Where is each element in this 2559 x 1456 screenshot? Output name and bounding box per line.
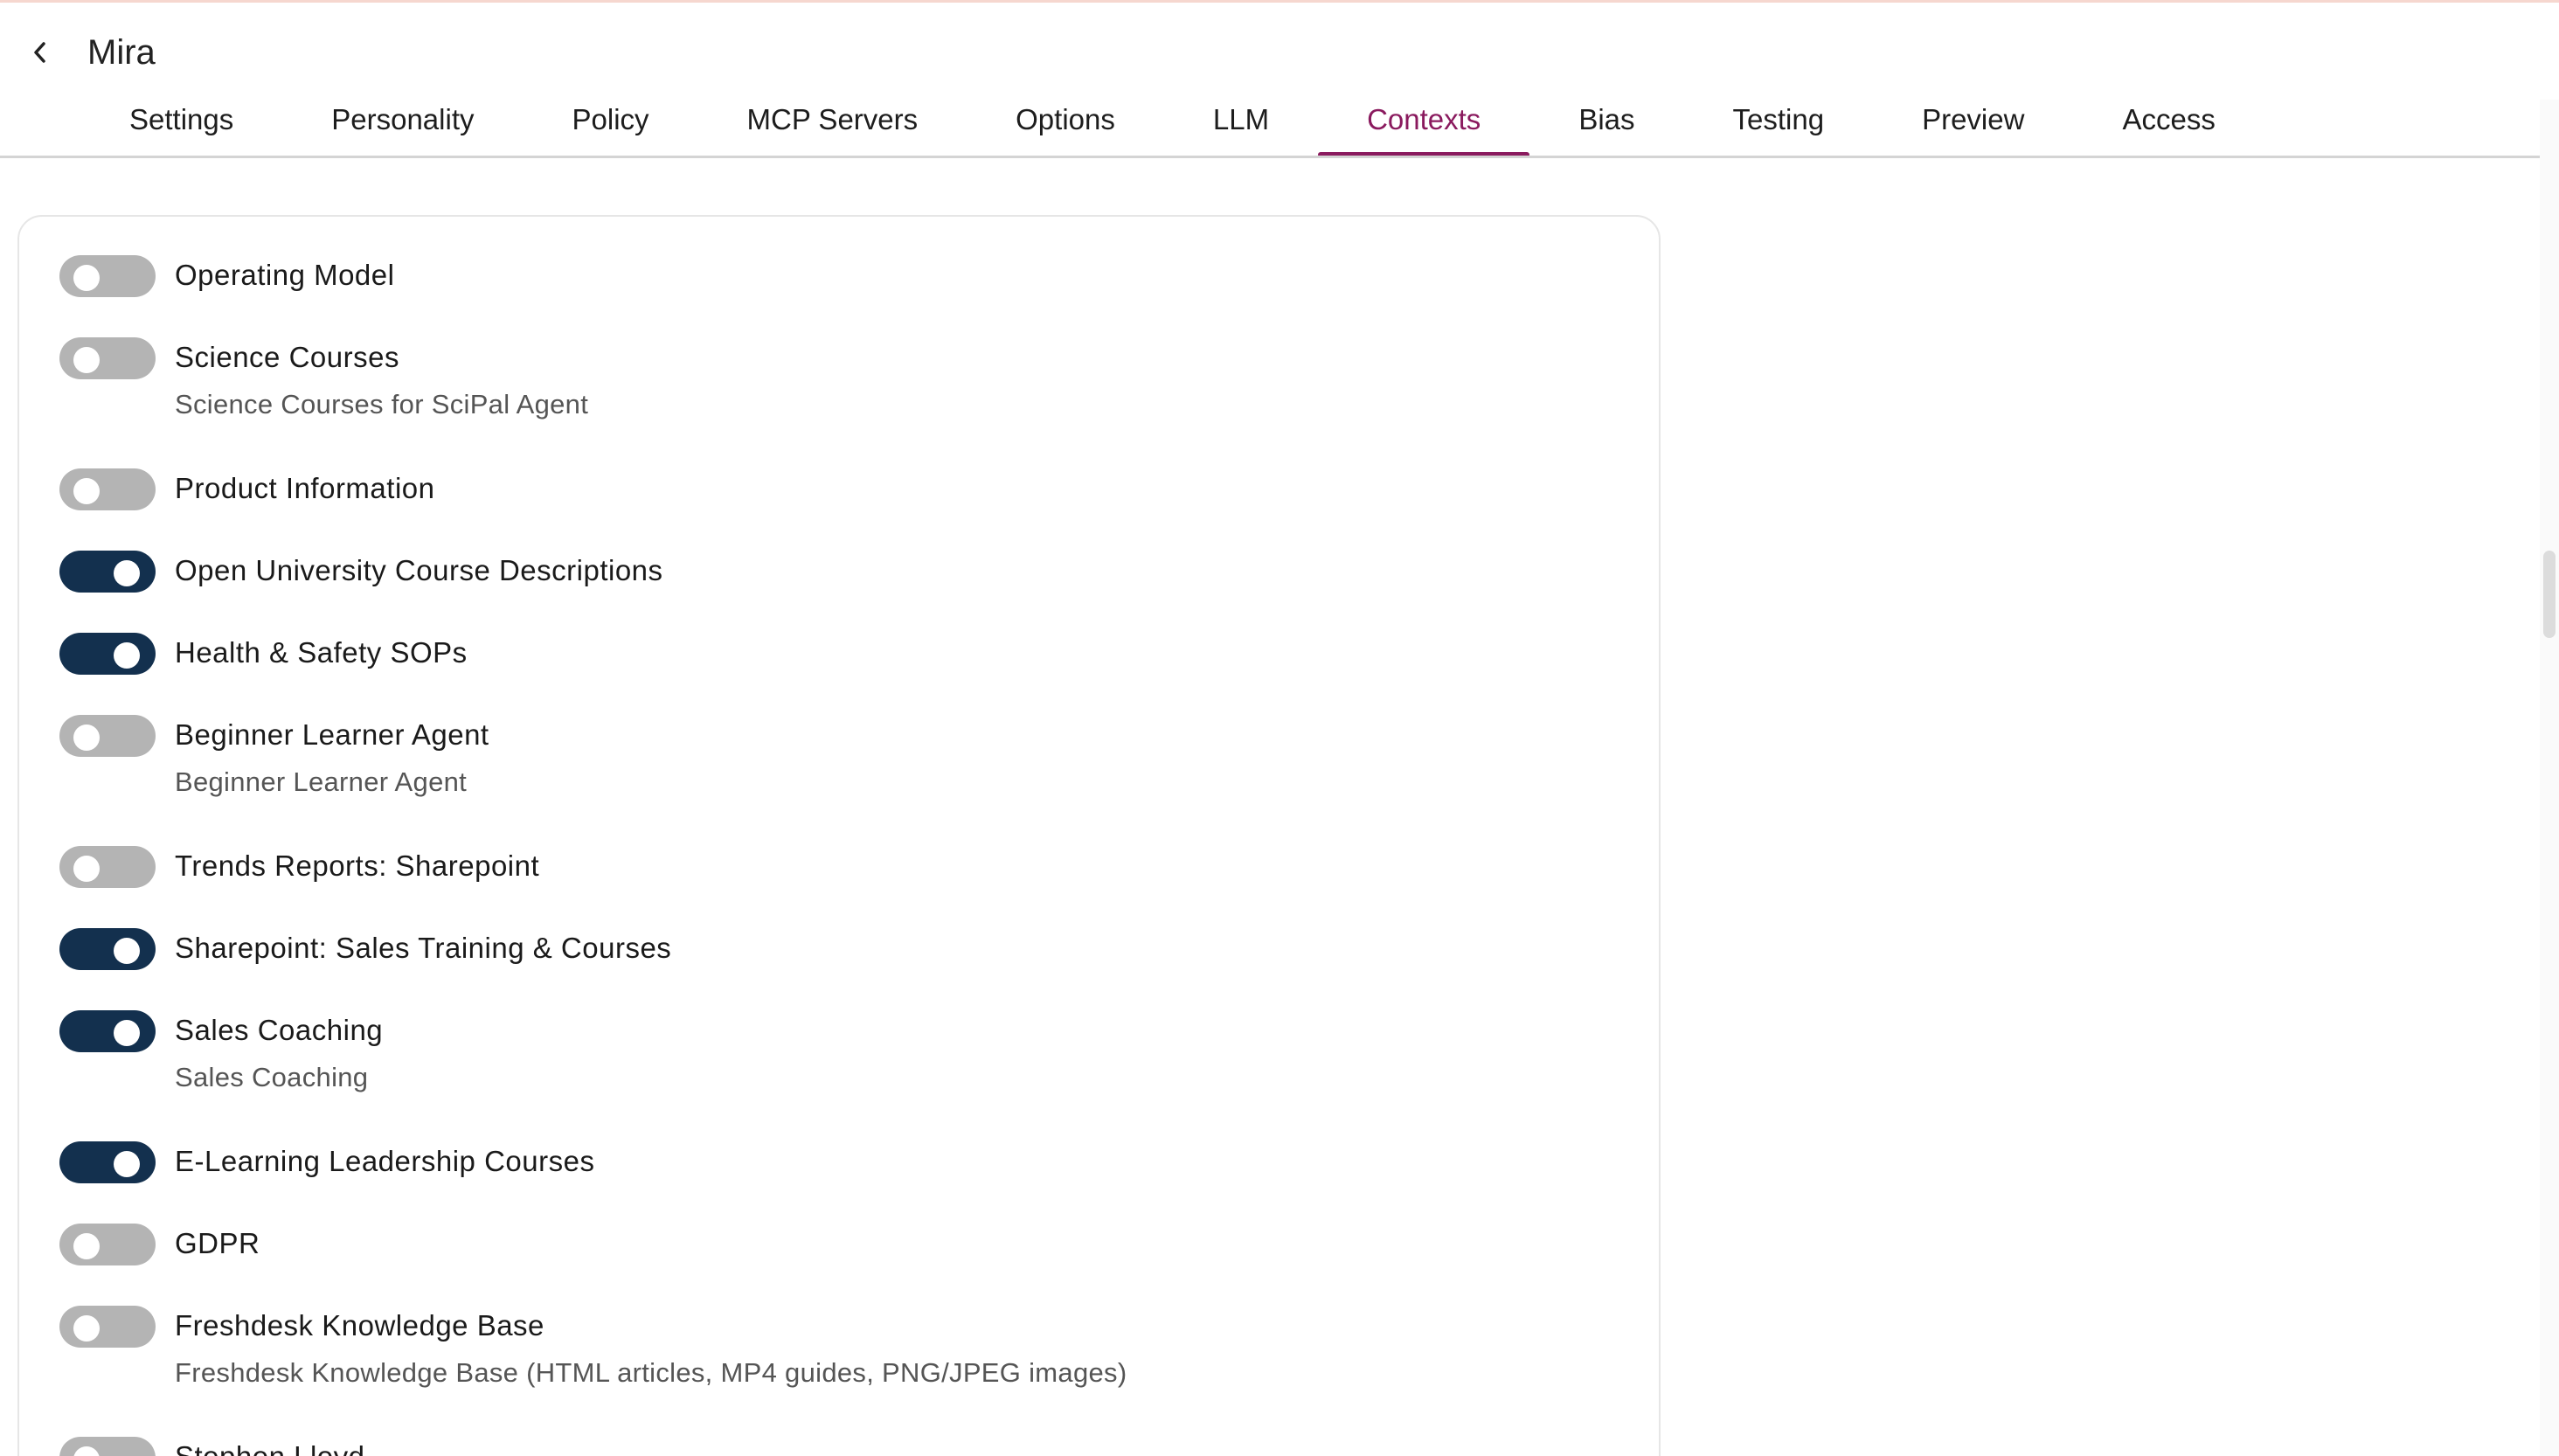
context-name: E-Learning Leadership Courses (175, 1145, 595, 1177)
context-name: Stephen Lloyd (175, 1437, 365, 1456)
toggle-knob (114, 1020, 140, 1046)
tabs-divider (0, 156, 2540, 158)
context-description: Sales Coaching (175, 1062, 369, 1092)
context-toggle[interactable] (59, 846, 156, 888)
page-title: Mira (87, 33, 156, 72)
context-toggle[interactable] (59, 1224, 156, 1265)
toggle-knob (114, 938, 140, 964)
context-toggle[interactable] (59, 1437, 156, 1456)
context-item-product-information: Product Information (59, 468, 434, 510)
tab-mcp-servers[interactable]: MCP Servers (698, 91, 967, 157)
contexts-card: Operating Model Science Courses Science … (17, 215, 1661, 1456)
context-toggle[interactable] (59, 468, 156, 510)
context-item-sharepoint-sales: Sharepoint: Sales Training & Courses (59, 928, 671, 970)
context-item-science-courses: Science Courses Science Courses for SciP… (59, 337, 588, 425)
context-toggle[interactable] (59, 1306, 156, 1348)
context-description: Freshdesk Knowledge Base (HTML articles,… (175, 1357, 1127, 1388)
context-name: Freshdesk Knowledge Base (175, 1309, 544, 1342)
context-item-stephen-lloyd: Stephen Lloyd (59, 1437, 365, 1456)
toggle-knob (73, 725, 100, 751)
context-item-freshdesk: Freshdesk Knowledge Base Freshdesk Knowl… (59, 1306, 1127, 1393)
context-name: Sharepoint: Sales Training & Courses (175, 932, 672, 964)
context-name: Health & Safety SOPs (175, 636, 468, 669)
context-toggle[interactable] (59, 1010, 156, 1052)
toggle-knob (73, 347, 100, 373)
context-name: Product Information (175, 472, 435, 504)
context-item-e-learning: E-Learning Leadership Courses (59, 1141, 594, 1183)
context-name: Beginner Learner Agent (175, 718, 489, 751)
toggle-knob (73, 856, 100, 882)
toggle-knob (73, 478, 100, 504)
context-name: Science Courses (175, 341, 399, 373)
context-toggle[interactable] (59, 1141, 156, 1183)
context-toggle[interactable] (59, 255, 156, 297)
tab-policy[interactable]: Policy (524, 91, 698, 157)
toggle-knob (114, 642, 140, 669)
scrollbar-thumb[interactable] (2543, 551, 2556, 638)
context-name: GDPR (175, 1227, 260, 1259)
tab-options[interactable]: Options (967, 91, 1164, 157)
context-description: Beginner Learner Agent (175, 766, 468, 797)
tab-personality[interactable]: Personality (282, 91, 523, 157)
tab-bias[interactable]: Bias (1529, 91, 1683, 157)
tab-preview[interactable]: Preview (1873, 91, 2073, 157)
context-toggle[interactable] (59, 633, 156, 675)
toggle-knob (73, 1315, 100, 1342)
context-item-operating-model: Operating Model (59, 255, 394, 297)
toggle-knob (73, 265, 100, 291)
context-item-sales-coaching: Sales Coaching Sales Coaching (59, 1010, 383, 1098)
context-name: Sales Coaching (175, 1014, 384, 1046)
tab-access[interactable]: Access (2073, 91, 2264, 157)
toggle-knob (114, 560, 140, 586)
tab-bar: Settings Personality Policy MCP Servers … (103, 91, 2264, 157)
context-name: Open University Course Descriptions (175, 554, 663, 586)
context-name: Trends Reports: Sharepoint (175, 849, 540, 882)
context-description: Science Courses for SciPal Agent (175, 389, 589, 419)
toggle-knob (114, 1151, 140, 1177)
top-accent-bar (0, 0, 2559, 3)
tab-llm[interactable]: LLM (1164, 91, 1318, 157)
toggle-knob (73, 1233, 100, 1259)
context-toggle[interactable] (59, 551, 156, 593)
back-button[interactable] (24, 35, 56, 70)
context-toggle[interactable] (59, 337, 156, 379)
tab-contexts[interactable]: Contexts (1318, 91, 1530, 157)
context-name: Operating Model (175, 259, 395, 291)
tab-settings[interactable]: Settings (103, 91, 282, 157)
chevron-left-icon (34, 42, 45, 63)
context-item-beginner-learner: Beginner Learner Agent Beginner Learner … (59, 715, 489, 802)
agent-contexts-page: Mira Settings Personality Policy MCP Ser… (0, 0, 2559, 1456)
toggle-knob (73, 1446, 100, 1456)
context-toggle[interactable] (59, 715, 156, 757)
context-item-open-university: Open University Course Descriptions (59, 551, 663, 593)
scrollbar-track[interactable] (2540, 100, 2559, 1456)
context-item-health-safety: Health & Safety SOPs (59, 633, 468, 675)
context-item-gdpr: GDPR (59, 1224, 260, 1265)
context-item-trends-reports: Trends Reports: Sharepoint (59, 846, 539, 888)
tab-testing[interactable]: Testing (1684, 91, 1874, 157)
context-toggle[interactable] (59, 928, 156, 970)
